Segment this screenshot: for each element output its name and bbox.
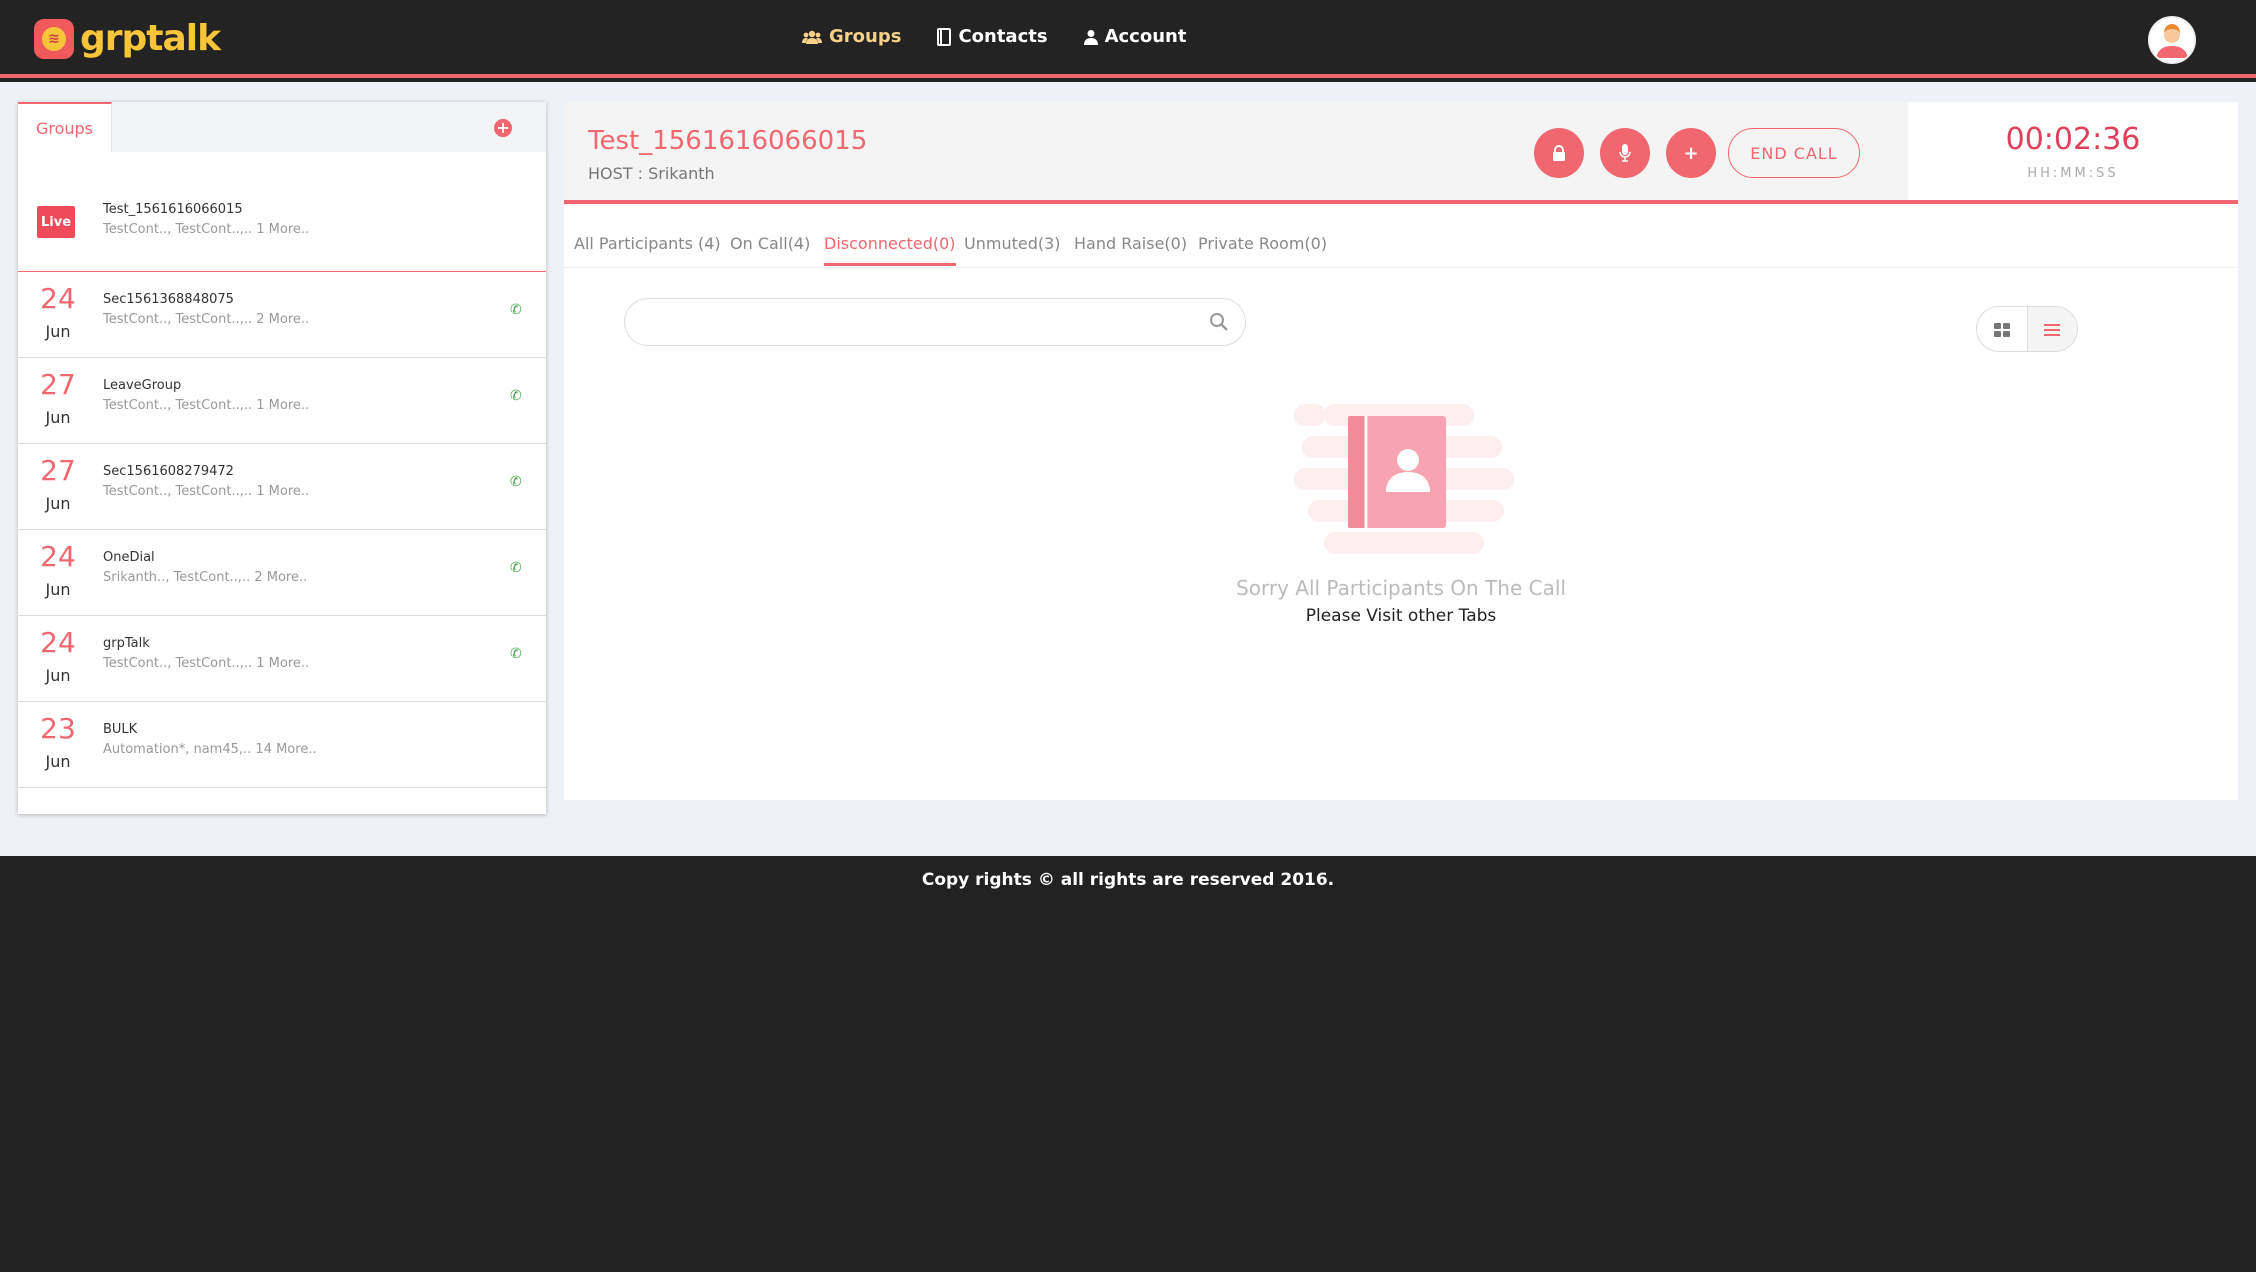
avatar-icon bbox=[2150, 18, 2194, 62]
users-icon bbox=[802, 30, 822, 44]
tab-all-participants[interactable]: All Participants (4) bbox=[574, 234, 721, 263]
group-date-day: 23 bbox=[40, 712, 76, 745]
empty-contacts-illustration bbox=[1294, 404, 1514, 554]
footer-copyright: Copy rights © all rights are reserved 20… bbox=[921, 870, 1335, 890]
lock-icon bbox=[1553, 145, 1565, 161]
list-view-button[interactable] bbox=[2026, 307, 2077, 351]
group-date-month: Jun bbox=[45, 408, 71, 427]
call-host: HOST : Srikanth bbox=[588, 164, 715, 183]
tab-on-call[interactable]: On Call(4) bbox=[730, 234, 810, 263]
call-timer-box: 00:02:36 HH:MM:SS bbox=[1908, 102, 2238, 204]
groups-panel-header: Groups + bbox=[18, 102, 546, 152]
group-members: TestCont.., TestCont..,.. 1 More.. bbox=[103, 222, 310, 237]
call-timer: 00:02:36 bbox=[2005, 122, 2141, 157]
phone-icon[interactable]: ✆ bbox=[510, 302, 522, 318]
group-date-month: Jun bbox=[45, 580, 71, 599]
user-icon bbox=[1083, 29, 1098, 45]
group-date-day: 27 bbox=[40, 368, 76, 401]
mute-button[interactable] bbox=[1600, 128, 1650, 178]
group-name: Test_1561616066015 bbox=[103, 202, 243, 217]
lock-button[interactable] bbox=[1534, 128, 1584, 178]
call-header: Test_1561616066015 HOST : Srikanth + END… bbox=[564, 102, 1908, 204]
group-date-day: 24 bbox=[40, 540, 76, 573]
call-timer-format: HH:MM:SS bbox=[2027, 166, 2119, 181]
group-name: LeaveGroup bbox=[103, 378, 182, 393]
nav-account-label: Account bbox=[1104, 26, 1187, 47]
live-badge: Live bbox=[37, 206, 75, 238]
group-date-month: Jun bbox=[45, 666, 71, 685]
tab-groups[interactable]: Groups bbox=[18, 102, 112, 152]
tab-hand-raise[interactable]: Hand Raise(0) bbox=[1074, 234, 1187, 263]
participant-tabs: All Participants (4) On Call(4) Disconne… bbox=[564, 222, 2238, 268]
logo-text: grptalk bbox=[80, 18, 221, 59]
address-book-icon bbox=[937, 27, 952, 46]
add-group-icon[interactable]: + bbox=[494, 119, 512, 137]
nav-groups-label: Groups bbox=[829, 26, 902, 47]
nav-contacts[interactable]: Contacts bbox=[937, 26, 1048, 47]
group-members: Automation*, nam45,.. 14 More.. bbox=[103, 742, 317, 757]
group-members: Srikanth.., TestCont..,.. 2 More.. bbox=[103, 570, 308, 585]
nav-groups[interactable]: Groups bbox=[802, 26, 901, 47]
group-date-day: 24 bbox=[40, 626, 76, 659]
phone-icon[interactable]: ✆ bbox=[510, 560, 522, 576]
group-date-month: Jun bbox=[45, 494, 71, 513]
group-name: OneDial bbox=[103, 550, 155, 565]
phone-icon[interactable]: ✆ bbox=[510, 474, 522, 490]
group-date-day: 24 bbox=[40, 282, 76, 315]
add-participant-button[interactable]: + bbox=[1666, 128, 1716, 178]
empty-state-title: Sorry All Participants On The Call bbox=[1236, 576, 1566, 600]
grid-icon bbox=[1993, 323, 2010, 337]
microphone-icon bbox=[1619, 144, 1631, 162]
search-icon[interactable] bbox=[1209, 312, 1229, 332]
group-name: grpTalk bbox=[103, 636, 150, 651]
nav-contacts-label: Contacts bbox=[958, 26, 1048, 47]
end-call-button[interactable]: END CALL bbox=[1728, 128, 1860, 178]
list-icon bbox=[2044, 324, 2061, 336]
groups-panel: Groups + Live Test_1561616066015 TestCon… bbox=[18, 102, 546, 814]
user-avatar[interactable] bbox=[2148, 16, 2196, 64]
main-nav: Groups Contacts Account bbox=[802, 26, 1186, 47]
group-date-month: Jun bbox=[45, 322, 71, 341]
empty-state-subtitle: Please Visit other Tabs bbox=[1305, 606, 1497, 626]
group-date-day: 27 bbox=[40, 454, 76, 487]
phone-icon[interactable]: ✆ bbox=[510, 646, 522, 662]
view-toggle bbox=[1976, 306, 2078, 352]
nav-account[interactable]: Account bbox=[1083, 26, 1187, 47]
grid-view-button[interactable] bbox=[1977, 307, 2027, 351]
tab-disconnected[interactable]: Disconnected(0) bbox=[824, 234, 956, 266]
phone-icon[interactable]: ✆ bbox=[510, 388, 522, 404]
group-date-month: Jun bbox=[45, 752, 71, 771]
search-input[interactable] bbox=[624, 298, 1246, 346]
tab-private-room[interactable]: Private Room(0) bbox=[1198, 234, 1327, 263]
call-panel: Test_1561616066015 HOST : Srikanth + END… bbox=[564, 102, 2238, 800]
group-members: TestCont.., TestCont..,.. 1 More.. bbox=[103, 398, 310, 413]
group-members: TestCont.., TestCont..,.. 1 More.. bbox=[103, 484, 310, 499]
group-members: TestCont.., TestCont..,.. 1 More.. bbox=[103, 656, 310, 671]
logo-icon: ≋ bbox=[34, 18, 74, 59]
plus-icon: + bbox=[1683, 142, 1699, 164]
tab-unmuted[interactable]: Unmuted(3) bbox=[964, 234, 1061, 263]
top-navbar: ≋ grptalk Groups Contacts Account bbox=[0, 0, 2256, 78]
group-members: TestCont.., TestCont..,.. 2 More.. bbox=[103, 312, 310, 327]
group-name: Sec1561608279472 bbox=[103, 464, 234, 479]
call-title: Test_1561616066015 bbox=[588, 126, 868, 156]
group-name: BULK bbox=[103, 722, 138, 737]
group-name: Sec1561368848075 bbox=[103, 292, 234, 307]
grptalk-logo[interactable]: ≋ grptalk bbox=[34, 18, 221, 59]
